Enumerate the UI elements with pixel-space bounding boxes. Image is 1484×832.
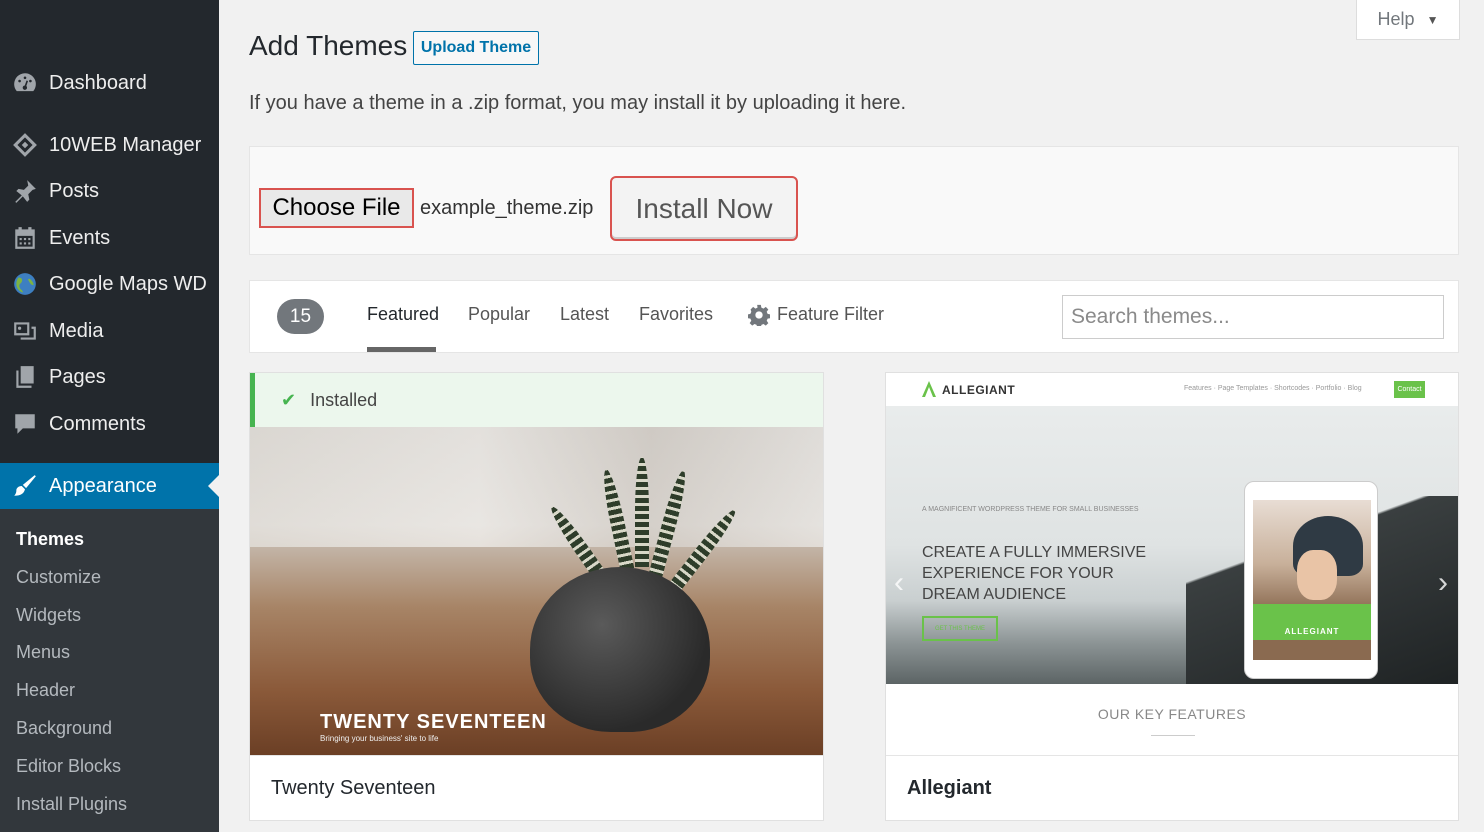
submenu-item-install-plugins[interactable]: Install Plugins (16, 794, 127, 815)
theme-card-twenty-seventeen[interactable]: ✔ Installed TWENTY SEVENTEEN Bringing yo… (249, 372, 824, 821)
sidebar-item-10web-manager[interactable]: 10WEB Manager (0, 122, 219, 168)
comment-icon (12, 411, 38, 437)
tablet-screen: ALLEGIANT (1253, 500, 1371, 660)
sidebar-item-label: Dashboard (49, 71, 147, 94)
submenu-item-header[interactable]: Header (16, 680, 75, 701)
caret-down-icon: ▼ (1426, 12, 1439, 27)
submenu-item-customize[interactable]: Customize (16, 567, 101, 588)
screenshot-divider (1151, 735, 1195, 736)
sidebar-item-google-maps-wd[interactable]: Google Maps WD (0, 261, 219, 307)
screenshot-title: TWENTY SEVENTEEN (320, 711, 547, 733)
plant-pot (530, 567, 710, 732)
checkmark-icon: ✔ (281, 389, 297, 410)
sidebar-item-label: Comments (49, 412, 146, 435)
sidebar-item-label: 10WEB Manager (49, 133, 202, 156)
screenshot-tagline: Bringing your business' site to life (320, 734, 439, 743)
screenshot-logo: ALLEGIANT (942, 383, 1016, 397)
upload-intro-text: If you have a theme in a .zip format, yo… (249, 92, 907, 114)
screenshot-nav-links: Features · Page Templates · Shortcodes ·… (1184, 385, 1362, 392)
brush-icon (12, 473, 38, 499)
theme-screenshot[interactable]: TWENTY SEVENTEEN Bringing your business'… (250, 427, 823, 755)
theme-screenshot[interactable]: ALLEGIANT Features · Page Templates · Sh… (886, 373, 1458, 755)
submenu-item-background[interactable]: Background (16, 718, 112, 739)
installed-notice: ✔ Installed (250, 373, 823, 427)
pin-icon (12, 178, 38, 204)
sidebar-item-media[interactable]: Media (0, 308, 219, 354)
page-title: Add Themes (249, 30, 408, 61)
help-label: Help (1377, 9, 1415, 29)
upload-theme-button[interactable]: Upload Theme (413, 31, 539, 65)
screenshot-nav: ALLEGIANT Features · Page Templates · Sh… (886, 373, 1458, 406)
screenshot-features-heading: OUR KEY FEATURES (1097, 706, 1247, 722)
tablet-person-face (1297, 550, 1337, 600)
sidebar-item-label: Events (49, 226, 111, 249)
sidebar-item-label: Posts (49, 179, 100, 202)
submenu-item-themes[interactable]: Themes (16, 529, 84, 550)
screenshot-background (250, 427, 823, 547)
screenshot-cta: GET THIS THEME (922, 616, 998, 641)
tab-featured[interactable]: Featured (367, 304, 439, 325)
pages-icon (12, 364, 38, 390)
allegiant-logo-icon (922, 381, 936, 397)
theme-count-badge: 15 (277, 299, 324, 334)
card-divider (886, 755, 1458, 756)
screenshot-kicker: A MAGNIFICENT WORDPRESS THEME FOR SMALL … (922, 506, 1139, 513)
sidebar-item-events[interactable]: Events (0, 215, 219, 261)
dashboard-icon (12, 70, 38, 96)
screenshot-headline: CREATE A FULLY IMMERSIVE EXPERIENCE FOR … (922, 544, 1147, 603)
admin-sidebar: Dashboard 10WEB Manager Posts Events Goo… (0, 0, 219, 832)
theme-name: Allegiant (907, 777, 992, 799)
active-tab-indicator (367, 347, 436, 352)
calendar-icon (12, 225, 38, 251)
tab-favorites[interactable]: Favorites (639, 304, 713, 325)
tab-latest[interactable]: Latest (560, 304, 609, 325)
submenu-item-editor-blocks[interactable]: Editor Blocks (16, 756, 121, 777)
sidebar-item-label: Appearance (49, 474, 157, 497)
sidebar-item-appearance[interactable]: Appearance (0, 463, 219, 509)
installed-label: Installed (310, 389, 378, 410)
search-themes-input[interactable] (1062, 295, 1444, 339)
theme-card-allegiant[interactable]: ALLEGIANT Features · Page Templates · Sh… (885, 372, 1459, 821)
choose-file-button[interactable]: Choose File (259, 188, 414, 228)
media-icon (12, 318, 38, 344)
screenshot-hero: A MAGNIFICENT WORDPRESS THEME FOR SMALL … (886, 406, 1458, 684)
sidebar-item-label: Media (49, 319, 104, 342)
card-divider (250, 755, 823, 756)
chevron-left-icon: ‹ (894, 566, 904, 599)
tablet-label: ALLEGIANT (1253, 604, 1371, 640)
screenshot-tablet: ALLEGIANT (1244, 481, 1378, 679)
sidebar-item-dashboard[interactable]: Dashboard (0, 60, 219, 106)
diamond-icon (12, 132, 38, 158)
sidebar-item-pages[interactable]: Pages (0, 354, 219, 400)
gear-icon[interactable] (747, 304, 771, 328)
sidebar-item-label: Google Maps WD (49, 272, 207, 295)
submenu-item-widgets[interactable]: Widgets (16, 605, 81, 626)
feature-filter-button[interactable]: Feature Filter (777, 304, 884, 325)
help-tab[interactable]: Help ▼ (1356, 0, 1460, 40)
selected-file-name: example_theme.zip (420, 197, 594, 219)
install-now-button[interactable]: Install Now (610, 176, 798, 241)
appearance-submenu: Themes Customize Widgets Menus Header Ba… (0, 509, 219, 832)
globe-icon (12, 271, 38, 297)
tab-popular[interactable]: Popular (468, 304, 530, 325)
sidebar-item-label: Pages (49, 365, 106, 388)
chevron-right-icon: › (1438, 566, 1448, 599)
submenu-item-menus[interactable]: Menus (16, 642, 70, 663)
plant-leaf (635, 457, 649, 567)
screenshot-contact: Contact (1394, 381, 1425, 398)
sidebar-item-comments[interactable]: Comments (0, 401, 219, 447)
sidebar-item-posts[interactable]: Posts (0, 168, 219, 214)
theme-name: Twenty Seventeen (271, 777, 436, 799)
